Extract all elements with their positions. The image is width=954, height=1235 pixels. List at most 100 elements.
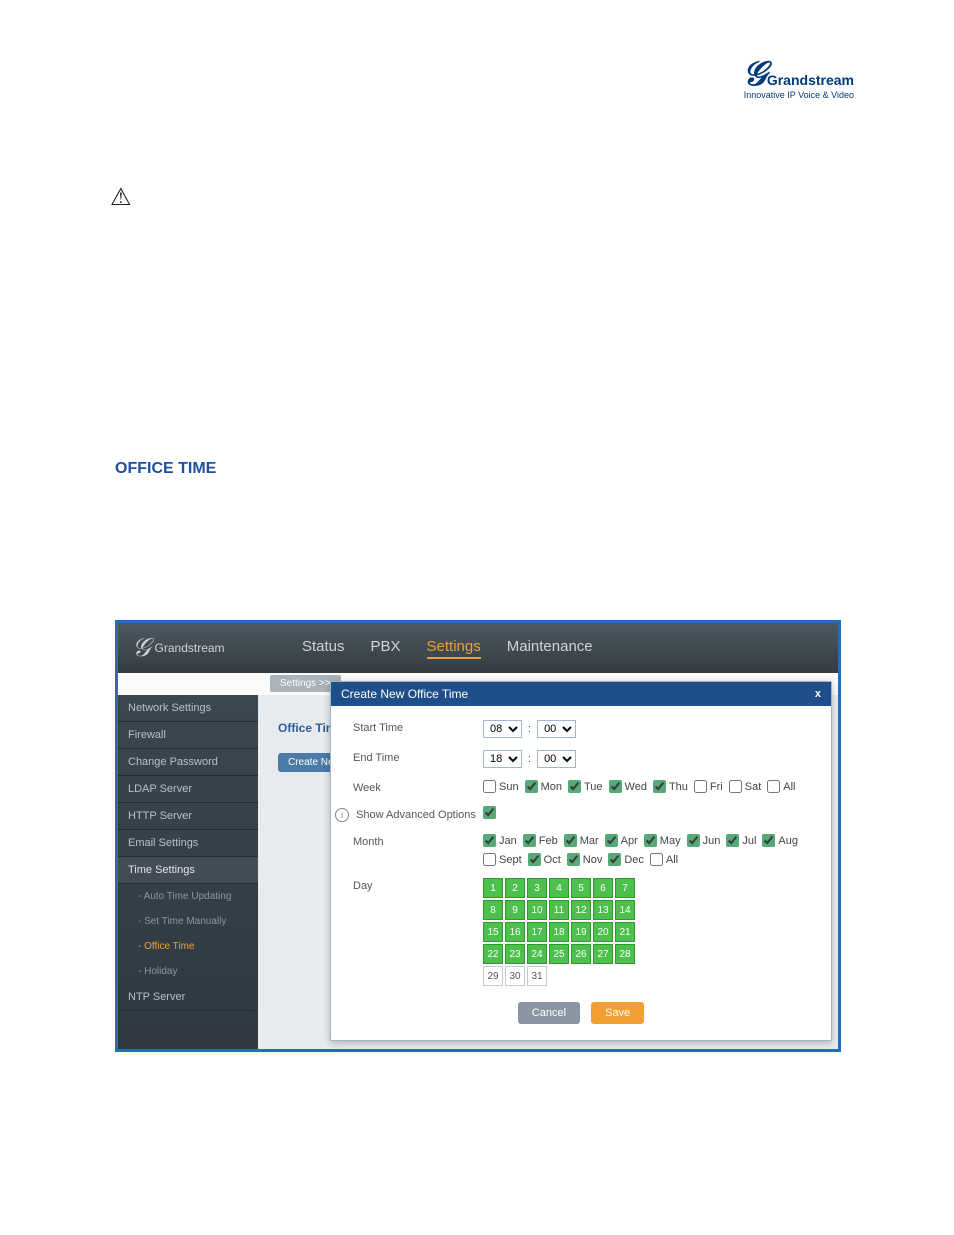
week-checkbox-thu[interactable] [653,780,666,793]
month-opt-jun[interactable]: Jun [687,834,721,847]
day-cell-4[interactable]: 4 [549,878,569,898]
month-checkbox-may[interactable] [644,834,657,847]
month-opt-jan[interactable]: Jan [483,834,517,847]
day-cell-20[interactable]: 20 [593,922,613,942]
day-cell-8[interactable]: 8 [483,900,503,920]
day-cell-18[interactable]: 18 [549,922,569,942]
tab-settings[interactable]: Settings [427,638,481,659]
month-opt-nov[interactable]: Nov [567,853,603,866]
month-checkbox-all[interactable] [650,853,663,866]
sidebar-sub-office-time[interactable]: - Office Time [118,934,258,959]
sidebar-item-http[interactable]: HTTP Server [118,803,258,830]
day-cell-1[interactable]: 1 [483,878,503,898]
week-checkbox-sun[interactable] [483,780,496,793]
save-button[interactable]: Save [591,1002,644,1024]
month-opt-may[interactable]: May [644,834,681,847]
day-cell-31[interactable]: 31 [527,966,547,986]
dialog-close-button[interactable]: x [815,688,821,700]
end-hour-select[interactable]: 18 [483,750,522,768]
month-checkbox-jun[interactable] [687,834,700,847]
sidebar-item-time-settings[interactable]: Time Settings [118,857,258,884]
month-checkbox-nov[interactable] [567,853,580,866]
week-opt-tue[interactable]: Tue [568,780,603,793]
sidebar-sub-set-manual[interactable]: - Set Time Manually [118,909,258,934]
day-cell-24[interactable]: 24 [527,944,547,964]
week-checkbox-sat[interactable] [729,780,742,793]
info-icon[interactable]: i [335,808,349,822]
month-opt-jul[interactable]: Jul [726,834,756,847]
day-cell-14[interactable]: 14 [615,900,635,920]
day-cell-29[interactable]: 29 [483,966,503,986]
start-hour-select[interactable]: 08 [483,720,522,738]
week-opt-wed[interactable]: Wed [609,780,647,793]
week-opt-mon[interactable]: Mon [525,780,562,793]
month-opt-oct[interactable]: Oct [528,853,561,866]
month-opt-aug[interactable]: Aug [762,834,798,847]
start-minute-select[interactable]: 00 [537,720,576,738]
sidebar-item-network[interactable]: Network Settings [118,695,258,722]
week-opt-fri[interactable]: Fri [694,780,723,793]
day-cell-12[interactable]: 12 [571,900,591,920]
sidebar-item-ntp[interactable]: NTP Server [118,984,258,1011]
sidebar-item-email[interactable]: Email Settings [118,830,258,857]
month-opt-all[interactable]: All [650,853,678,866]
week-opt-sat[interactable]: Sat [729,780,762,793]
cancel-button[interactable]: Cancel [518,1002,580,1024]
day-cell-9[interactable]: 9 [505,900,525,920]
month-opt-feb[interactable]: Feb [523,834,558,847]
day-cell-6[interactable]: 6 [593,878,613,898]
day-cell-13[interactable]: 13 [593,900,613,920]
week-checkbox-mon[interactable] [525,780,538,793]
day-cell-2[interactable]: 2 [505,878,525,898]
sidebar-sub-auto-time[interactable]: - Auto Time Updating [118,884,258,909]
month-checkbox-oct[interactable] [528,853,541,866]
month-checkbox-jul[interactable] [726,834,739,847]
end-minute-select[interactable]: 00 [537,750,576,768]
month-checkbox-dec[interactable] [608,853,621,866]
day-cell-16[interactable]: 16 [505,922,525,942]
week-checkbox-wed[interactable] [609,780,622,793]
day-cell-27[interactable]: 27 [593,944,613,964]
day-cell-23[interactable]: 23 [505,944,525,964]
month-label: Jun [703,835,721,847]
month-checkbox-apr[interactable] [605,834,618,847]
day-cell-30[interactable]: 30 [505,966,525,986]
sidebar-item-firewall[interactable]: Firewall [118,722,258,749]
month-checkbox-mar[interactable] [564,834,577,847]
month-checkbox-aug[interactable] [762,834,775,847]
day-cell-11[interactable]: 11 [549,900,569,920]
day-cell-28[interactable]: 28 [615,944,635,964]
month-opt-sept[interactable]: Sept [483,853,522,866]
day-cell-25[interactable]: 25 [549,944,569,964]
tab-status[interactable]: Status [302,638,345,659]
month-opt-mar[interactable]: Mar [564,834,599,847]
sidebar-sub-holiday[interactable]: - Holiday [118,959,258,984]
tab-pbx[interactable]: PBX [371,638,401,659]
month-checkbox-feb[interactable] [523,834,536,847]
week-opt-thu[interactable]: Thu [653,780,688,793]
day-cell-15[interactable]: 15 [483,922,503,942]
month-checkbox-sept[interactable] [483,853,496,866]
week-label: All [783,781,795,793]
sidebar-item-ldap[interactable]: LDAP Server [118,776,258,803]
advanced-options-checkbox[interactable] [483,806,496,819]
month-opt-apr[interactable]: Apr [605,834,638,847]
week-opt-sun[interactable]: Sun [483,780,519,793]
day-cell-5[interactable]: 5 [571,878,591,898]
day-cell-17[interactable]: 17 [527,922,547,942]
day-cell-26[interactable]: 26 [571,944,591,964]
sidebar-item-change-password[interactable]: Change Password [118,749,258,776]
week-checkbox-all[interactable] [767,780,780,793]
week-opt-all[interactable]: All [767,780,795,793]
tab-maintenance[interactable]: Maintenance [507,638,593,659]
month-opt-dec[interactable]: Dec [608,853,644,866]
day-cell-21[interactable]: 21 [615,922,635,942]
day-cell-7[interactable]: 7 [615,878,635,898]
month-checkbox-jan[interactable] [483,834,496,847]
day-cell-10[interactable]: 10 [527,900,547,920]
week-checkbox-fri[interactable] [694,780,707,793]
day-cell-22[interactable]: 22 [483,944,503,964]
week-checkbox-tue[interactable] [568,780,581,793]
day-cell-19[interactable]: 19 [571,922,591,942]
day-cell-3[interactable]: 3 [527,878,547,898]
